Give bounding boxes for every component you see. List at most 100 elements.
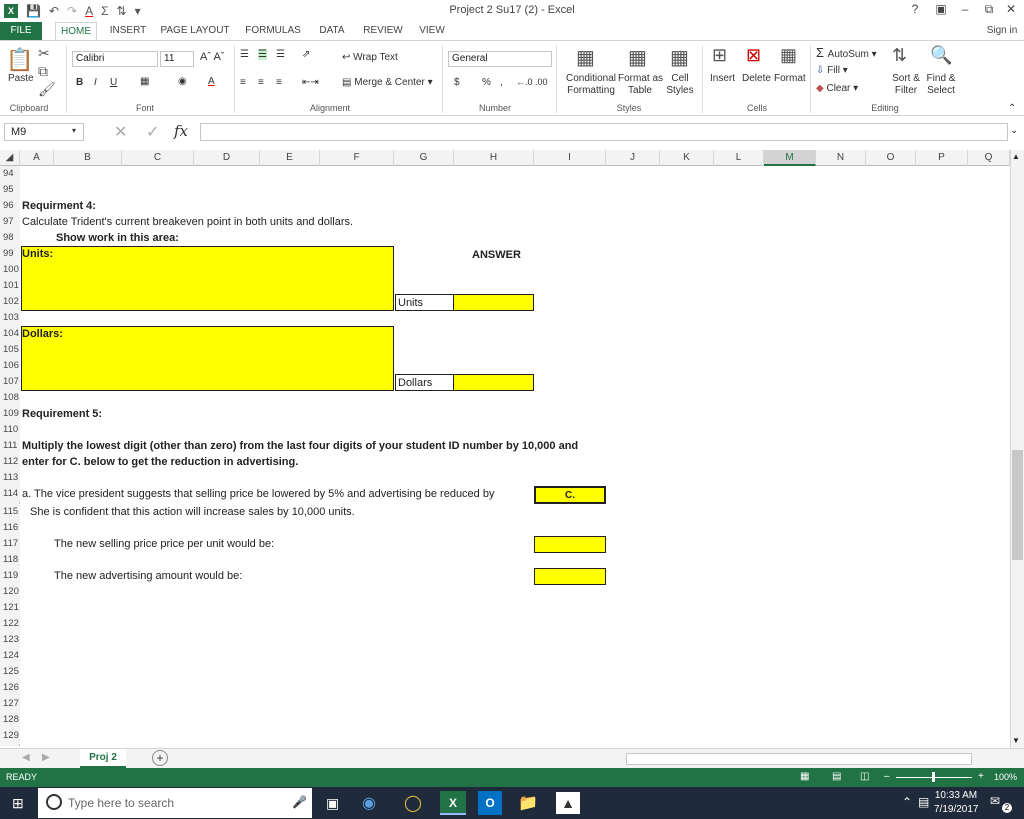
align-center-icon[interactable]: ≡ (258, 77, 264, 88)
format-painter-icon[interactable]: 🖌 (38, 81, 56, 98)
tab-formulas[interactable]: FORMULAS (242, 22, 304, 40)
chrome-browser-icon[interactable]: ◯ (404, 793, 422, 813)
tab-home[interactable]: HOME (55, 22, 97, 40)
comma-button[interactable]: , (500, 77, 503, 88)
row-header[interactable]: 120 (0, 584, 20, 600)
close-button[interactable]: ✕ (1000, 2, 1022, 20)
new-price-cell[interactable] (534, 536, 606, 553)
new-sheet-icon[interactable]: + (152, 750, 168, 766)
underline-button[interactable]: U (110, 77, 117, 88)
units-work-area[interactable] (21, 246, 394, 311)
column-header-m[interactable]: M (764, 150, 816, 166)
row-header[interactable]: 119 (0, 568, 20, 584)
column-header-a[interactable]: A (20, 150, 54, 166)
zoom-level[interactable]: 100% (994, 772, 1017, 782)
row-header[interactable]: 115 (0, 504, 20, 520)
row-header[interactable]: 117 (0, 536, 20, 552)
indent-icon[interactable]: ⇤⇥ (302, 77, 319, 88)
column-header-q[interactable]: Q (968, 150, 1010, 166)
tab-page-layout[interactable]: PAGE LAYOUT (158, 22, 232, 40)
paste-button[interactable]: Paste (8, 73, 34, 84)
format-as-table-icon[interactable]: ▦ (628, 45, 647, 70)
row-header[interactable]: 98 (0, 230, 20, 246)
row-header[interactable]: 121 (0, 600, 20, 616)
font-color-icon[interactable]: A (208, 76, 215, 87)
network-icon[interactable]: ▤ (918, 795, 929, 809)
sign-in-link[interactable]: Sign in (980, 22, 1024, 40)
clear-button[interactable]: ◆ Clear ▾ (816, 83, 858, 94)
select-all-corner[interactable]: ◢ (0, 150, 20, 166)
vertical-scrollbar[interactable]: ▲ ▼ (1010, 150, 1024, 748)
align-right-icon[interactable]: ≡ (276, 77, 282, 88)
row-header[interactable]: 97 (0, 214, 20, 230)
formula-input[interactable] (200, 123, 1008, 141)
sheet-tab-proj2[interactable]: Proj 2 (80, 749, 126, 768)
reduction-c-cell[interactable]: C. (534, 486, 606, 504)
column-header-g[interactable]: G (394, 150, 454, 166)
merge-center-button[interactable]: ▤ Merge & Center ▾ (342, 77, 433, 88)
insert-function-button[interactable]: fx (174, 122, 188, 140)
confirm-entry-icon[interactable]: ✓ (146, 122, 159, 142)
align-left-icon[interactable]: ≡ (240, 77, 246, 88)
conditional-formatting-icon[interactable]: ▦ (576, 45, 595, 70)
cancel-entry-icon[interactable]: ✕ (114, 122, 127, 142)
page-layout-view-icon[interactable]: ▤ (832, 771, 841, 782)
row-header[interactable]: 128 (0, 712, 20, 728)
italic-button[interactable]: I (94, 77, 97, 88)
row-header[interactable]: 96 (0, 198, 20, 214)
row-header[interactable]: 112 (0, 454, 20, 470)
scroll-thumb[interactable] (1012, 450, 1023, 560)
row-header[interactable]: 114 (0, 486, 20, 502)
column-header-f[interactable]: F (320, 150, 394, 166)
taskbar-search-box[interactable]: Type here to search 🎤 (38, 788, 312, 818)
column-header-c[interactable]: C (122, 150, 194, 166)
tab-insert[interactable]: INSERT (106, 22, 150, 40)
sort-filter-icon[interactable]: ⇅ (892, 45, 907, 66)
paste-icon[interactable]: 📋 (6, 47, 34, 73)
row-header[interactable]: 110 (0, 422, 20, 438)
edge-browser-icon[interactable]: ◉ (362, 793, 376, 813)
new-advertising-cell[interactable] (534, 568, 606, 585)
bold-button[interactable]: B (76, 77, 83, 88)
row-header[interactable]: 100 (0, 262, 20, 278)
normal-view-icon[interactable]: ▦ (800, 771, 809, 782)
name-box-dropdown-icon[interactable]: ▾ (72, 126, 76, 135)
row-header[interactable]: 99 (0, 246, 20, 262)
row-header[interactable]: 126 (0, 680, 20, 696)
tab-data[interactable]: DATA (312, 22, 352, 40)
cell-styles-icon[interactable]: ▦ (670, 45, 689, 70)
dollars-answer-cell[interactable] (453, 374, 534, 391)
page-break-view-icon[interactable]: ◫ (860, 771, 869, 782)
scroll-up-icon[interactable]: ▲ (1012, 152, 1020, 161)
row-header[interactable]: 111 (0, 438, 20, 454)
insert-cells-icon[interactable]: ⊞ (712, 45, 727, 66)
row-header[interactable]: 103 (0, 310, 20, 326)
row-header[interactable]: 127 (0, 696, 20, 712)
excel-taskbar-icon[interactable]: X (440, 791, 466, 815)
find-select-button[interactable]: Find &Select (922, 73, 960, 97)
row-header[interactable]: 95 (0, 182, 20, 198)
column-header-d[interactable]: D (194, 150, 260, 166)
ribbon-display-icon[interactable]: ▣ (930, 2, 952, 20)
row-header[interactable]: 104 (0, 326, 20, 342)
row-header[interactable]: 106 (0, 358, 20, 374)
column-header-h[interactable]: H (454, 150, 534, 166)
currency-button[interactable]: $ (454, 77, 460, 88)
tab-file[interactable]: FILE (0, 22, 42, 40)
cell-styles-button[interactable]: CellStyles (662, 73, 698, 97)
column-header-e[interactable]: E (260, 150, 320, 166)
help-button[interactable]: ? (904, 2, 926, 20)
sort-filter-button[interactable]: Sort &Filter (888, 73, 924, 97)
zoom-out-icon[interactable]: – (884, 771, 890, 782)
align-top-icon[interactable]: ☰ (240, 49, 249, 60)
find-select-icon[interactable]: 🔍 (930, 45, 952, 66)
windows-start-icon[interactable]: ⊞ (12, 796, 26, 810)
fill-button[interactable]: ⇩ Fill ▾ (816, 65, 848, 76)
row-header[interactable]: 108 (0, 390, 20, 406)
font-size-dropdown[interactable]: 11 (160, 51, 194, 67)
column-header-b[interactable]: B (54, 150, 122, 166)
cut-icon[interactable]: ✂ (38, 45, 50, 62)
format-button[interactable]: Format (774, 73, 806, 84)
align-bottom-icon[interactable]: ☰ (276, 49, 285, 60)
fill-color-icon[interactable]: ◉ (178, 76, 187, 87)
